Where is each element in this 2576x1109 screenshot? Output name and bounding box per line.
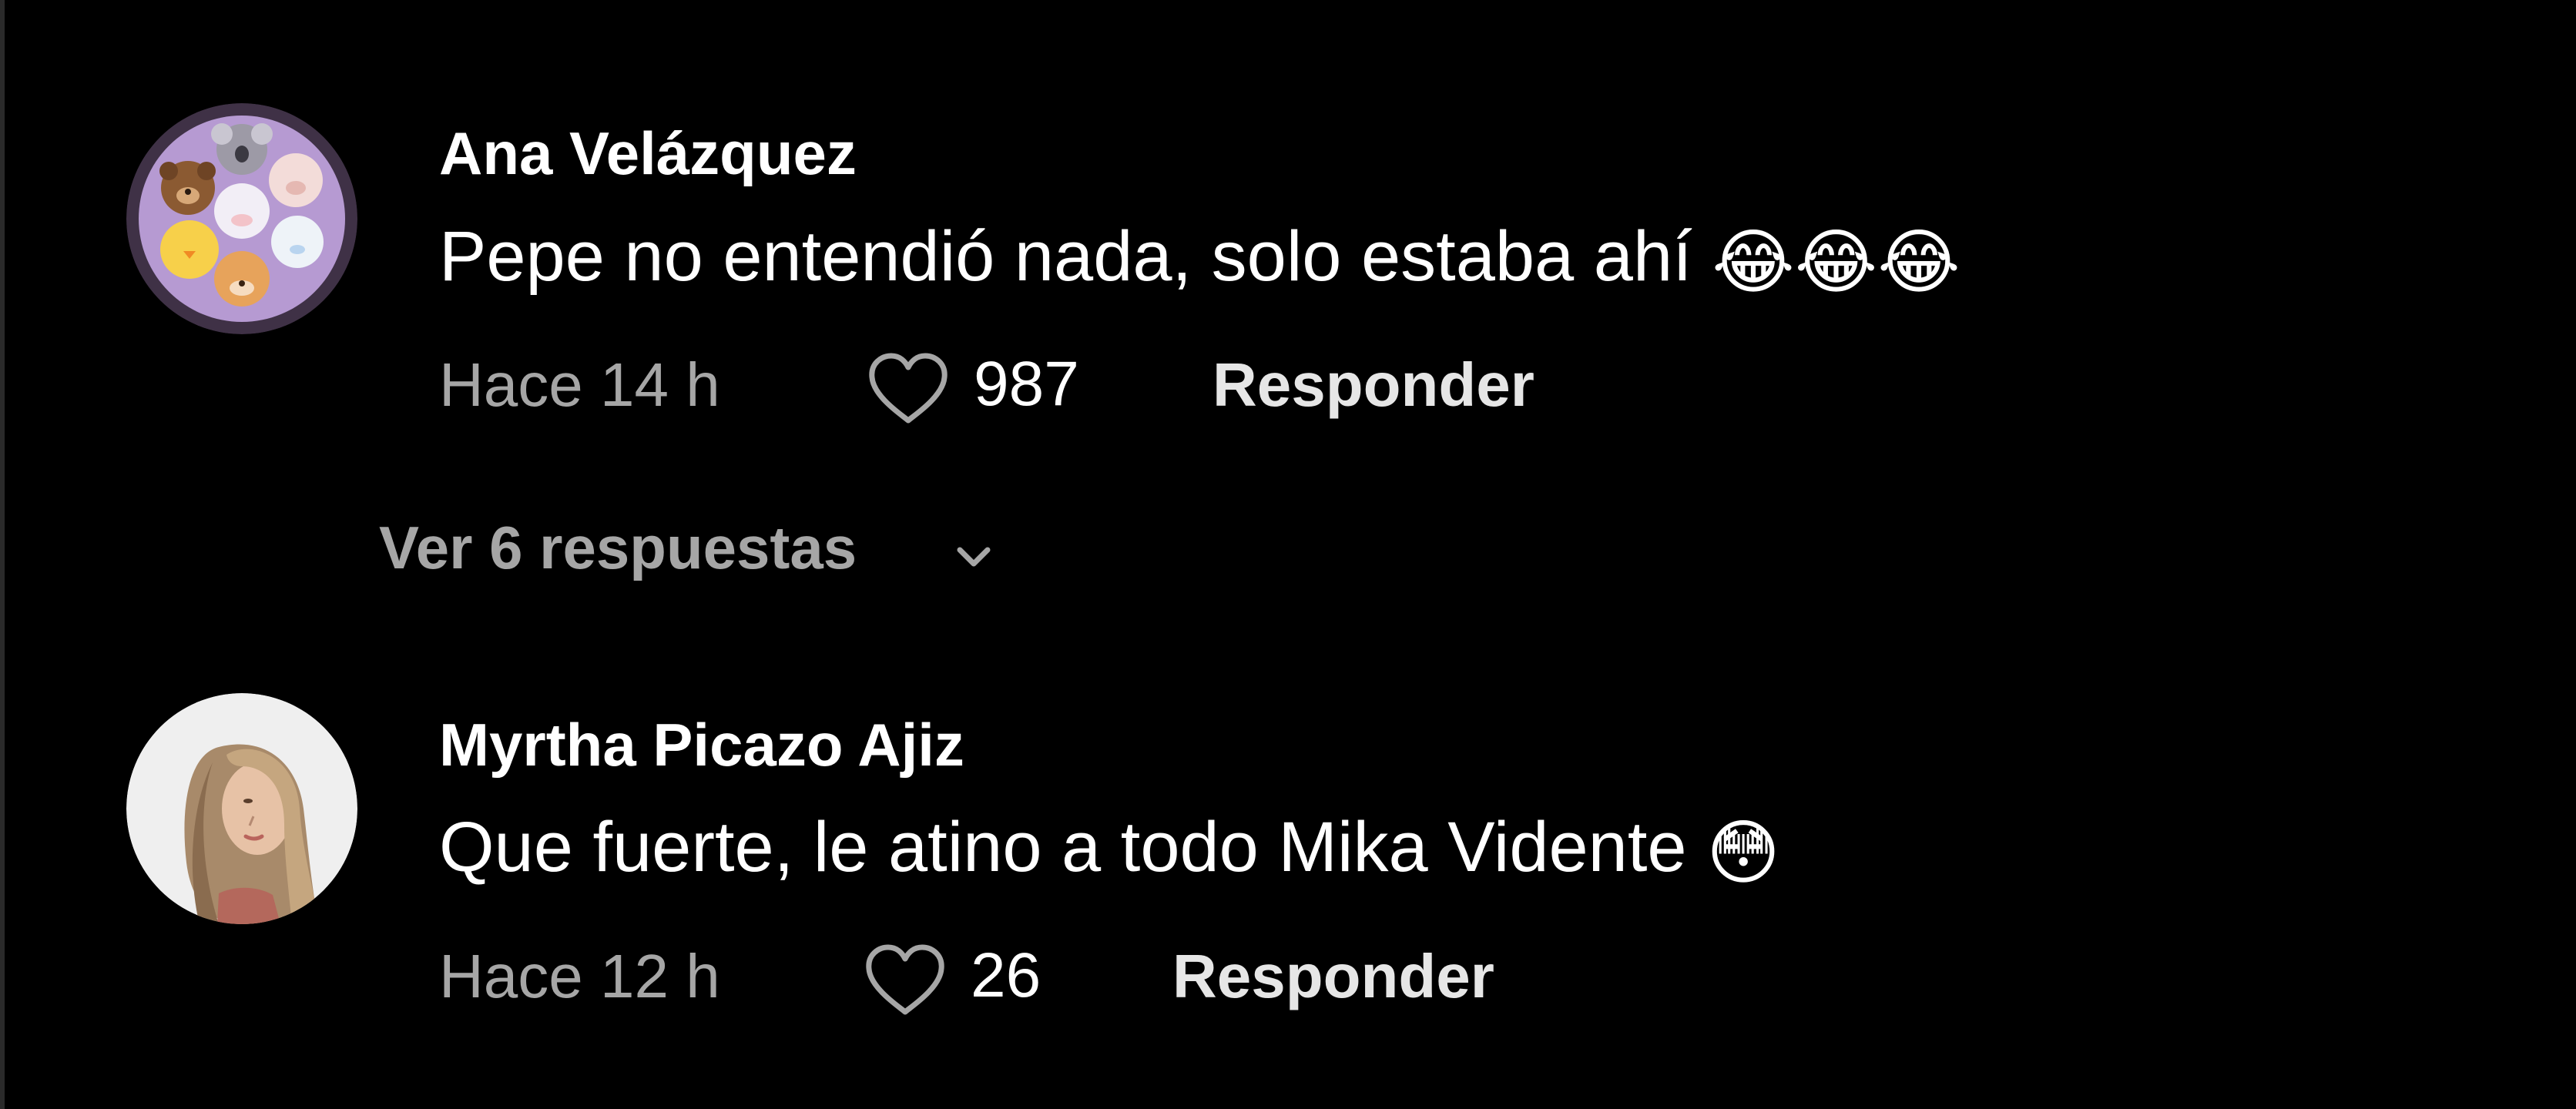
heart-icon — [869, 353, 948, 424]
woman-photo-avatar-icon — [126, 693, 357, 924]
heart-icon — [866, 944, 944, 1015]
avatar[interactable] — [126, 693, 357, 924]
like-count: 26 — [971, 940, 1041, 1010]
comment-text: Que fuerte, le atino a todo Mika Vidente… — [439, 812, 1780, 889]
comment-timestamp: Hace 14 h — [439, 350, 720, 419]
like-count: 987 — [974, 349, 1079, 419]
animal-faces-avatar-icon — [126, 103, 357, 334]
like-button[interactable]: 26 — [863, 940, 1063, 1017]
flushed-face-emoji-icon: 😳 — [1706, 814, 1781, 893]
tears-of-joy-emoji-icon: 😂😂😂 — [1712, 223, 1961, 302]
comment-text-content: Pepe no entendió nada, solo estaba ahí — [439, 217, 1692, 296]
avatar[interactable] — [126, 103, 357, 334]
comment-username[interactable]: Myrtha Picazo Ajiz — [439, 715, 964, 775]
comment-timestamp: Hace 12 h — [439, 942, 720, 1010]
like-button[interactable]: 987 — [866, 348, 1112, 425]
comment-text-content: Que fuerte, le atino a todo Mika Vidente — [439, 808, 1687, 886]
reply-button[interactable]: Responder — [1172, 946, 1494, 1007]
comment-username[interactable]: Ana Velázquez — [439, 123, 857, 183]
chevron-down-icon — [957, 547, 991, 567]
view-replies-label: Ver 6 respuestas — [379, 514, 857, 581]
comment-text: Pepe no entendió nada, solo estaba ahí 😂… — [439, 221, 1961, 298]
reply-button[interactable]: Responder — [1213, 354, 1535, 416]
panel-left-border — [0, 0, 5, 1109]
comments-panel: Ana Velázquez Pepe no entendió nada, sol… — [0, 0, 2576, 1109]
